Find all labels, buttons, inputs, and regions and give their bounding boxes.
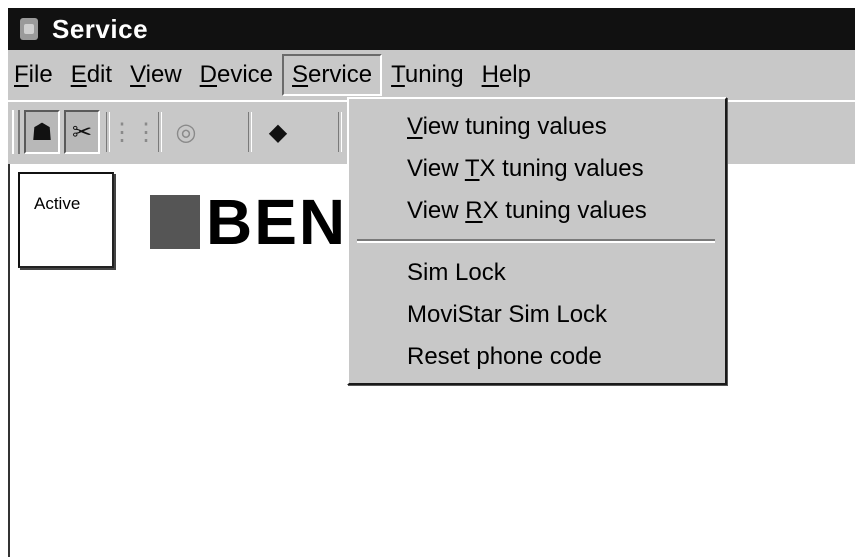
brand-logo: BEN — [150, 186, 348, 258]
toolbar-separator — [248, 112, 252, 152]
lifebuoy-icon: ◎ — [175, 118, 197, 146]
menu-label-post: ile — [28, 61, 53, 88]
menu-label-post: ervice — [308, 61, 373, 88]
menu-item-movistar-sim-lock[interactable]: MoviStar Sim Lock — [407, 301, 607, 329]
menu-accelerator: T — [391, 61, 405, 88]
menu-tuning[interactable]: Tuning — [382, 53, 473, 97]
menu-edit[interactable]: Edit — [62, 53, 121, 97]
menu-label-post: iew tuning values — [422, 113, 607, 140]
menu-item-sim-lock[interactable]: Sim Lock — [407, 259, 506, 287]
menu-label-post: uning — [404, 61, 464, 88]
menu-file[interactable]: File — [8, 53, 62, 97]
menu-accelerator: E — [70, 61, 87, 88]
menu-view[interactable]: View — [121, 53, 191, 97]
menu-label-post: iew — [145, 61, 182, 88]
menu-accelerator: V — [407, 113, 423, 140]
menu-accelerator: H — [481, 61, 499, 88]
status-indicator: Active — [18, 172, 114, 268]
menu-label-post: dit — [86, 61, 113, 88]
toolbar-grip[interactable] — [12, 110, 20, 154]
menu-service[interactable]: Service — [282, 54, 383, 96]
disconnect-icon: ✂ — [71, 118, 93, 146]
menu-accelerator: V — [130, 61, 146, 88]
menu-separator — [357, 239, 715, 243]
menu-label-post: X tuning values — [479, 155, 644, 182]
equalizer-icon: ⋮⋮ — [110, 118, 158, 146]
menu-item-view-tuning-values[interactable]: View tuning values — [407, 113, 607, 141]
menu-item-view-rx-tuning-values[interactable]: View RX tuning values — [407, 197, 647, 225]
logo-text: BEN — [206, 186, 348, 258]
window-title: Service — [52, 13, 149, 44]
disconnect-button[interactable]: ✂ — [64, 110, 100, 154]
menu-accelerator: R — [465, 197, 483, 224]
menu-item-reset-phone-code[interactable]: Reset phone code — [407, 343, 602, 371]
menu-accelerator: F — [14, 61, 29, 88]
toolbar-separator — [338, 112, 342, 152]
menu-label-post: elp — [498, 61, 531, 88]
status-label: Active — [34, 194, 81, 213]
menu-accelerator: T — [464, 155, 480, 182]
menu-help[interactable]: Help — [473, 53, 540, 97]
logo-block — [150, 195, 200, 249]
equalizer-button[interactable]: ⋮⋮ — [110, 110, 158, 154]
toolbar-separator — [158, 112, 162, 152]
connect-button[interactable]: ☗ — [24, 110, 60, 154]
eraser-button[interactable]: ◆ — [260, 110, 296, 154]
app-icon — [20, 18, 38, 40]
service-dropdown-menu: View tuning values View TX tuning values… — [347, 97, 727, 385]
title-bar: Service — [8, 8, 855, 50]
menu-bar: File Edit View Device Service Tuning Hel… — [8, 50, 855, 100]
eraser-icon: ◆ — [268, 118, 288, 146]
menu-label-pre: View — [407, 197, 466, 224]
connect-icon: ☗ — [31, 118, 53, 146]
menu-label-post: evice — [217, 61, 274, 88]
menu-label-post: X tuning values — [482, 197, 647, 224]
menu-item-view-tx-tuning-values[interactable]: View TX tuning values — [407, 155, 644, 183]
menu-accelerator: D — [199, 61, 217, 88]
lifebuoy-button[interactable]: ◎ — [168, 110, 204, 154]
menu-device[interactable]: Device — [191, 53, 282, 97]
menu-accelerator: S — [292, 61, 309, 88]
menu-label-pre: View — [407, 155, 465, 182]
